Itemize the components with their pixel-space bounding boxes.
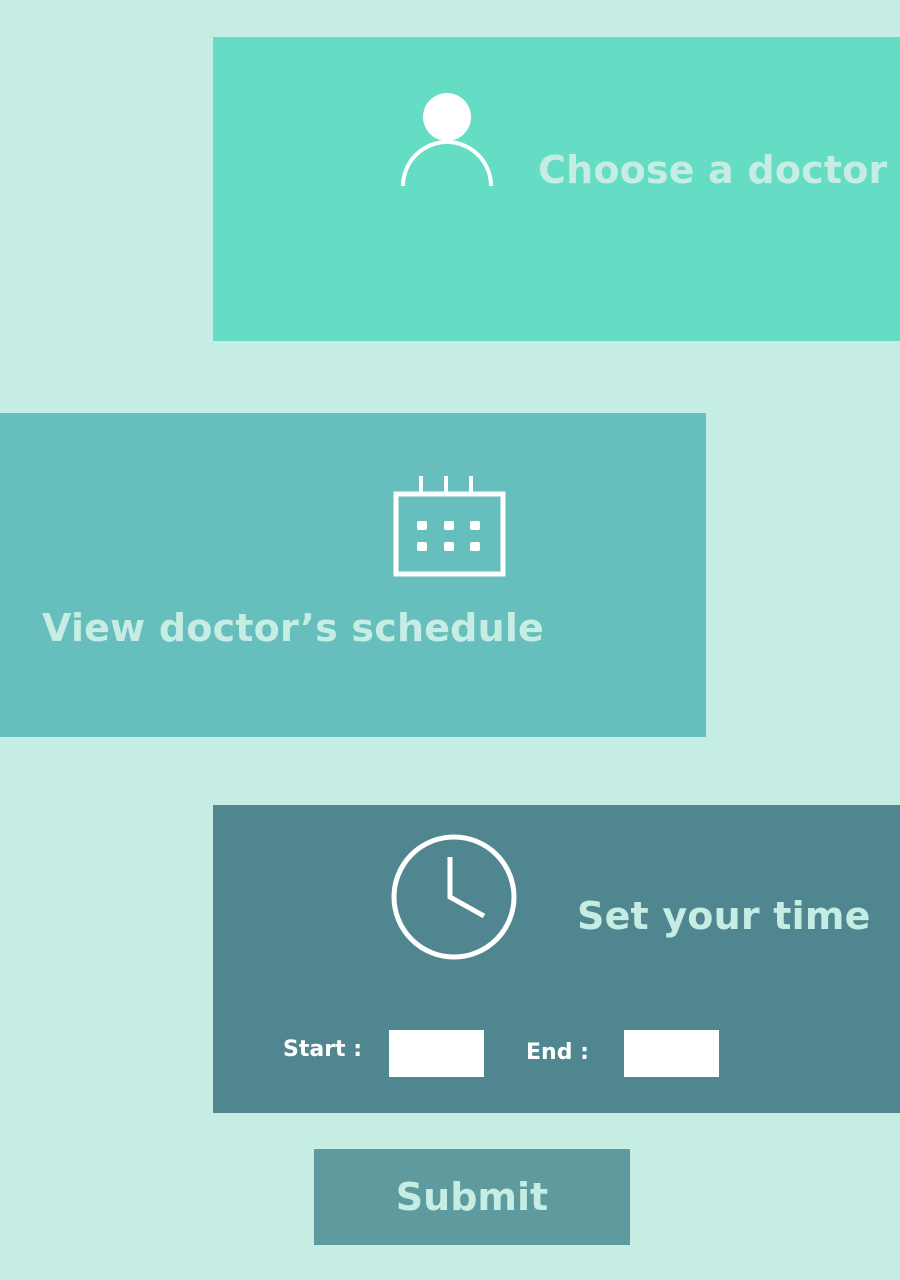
set-time-title: Set your time xyxy=(577,894,871,938)
choose-doctor-title: Choose a doctor xyxy=(538,148,888,192)
person-icon xyxy=(401,93,493,187)
end-time-label: End : xyxy=(526,1040,589,1065)
set-time-card: Set your time Start : End : xyxy=(213,805,900,1113)
view-schedule-card[interactable]: View doctor’s schedule xyxy=(0,413,706,737)
view-schedule-title: View doctor’s schedule xyxy=(42,606,545,650)
start-time-label: Start : xyxy=(283,1037,363,1062)
clock-icon xyxy=(391,834,517,960)
choose-doctor-card[interactable]: Choose a doctor xyxy=(213,37,900,341)
submit-button[interactable]: Submit xyxy=(314,1149,630,1245)
end-time-input[interactable] xyxy=(624,1030,719,1077)
start-time-input[interactable] xyxy=(389,1030,484,1077)
calendar-icon xyxy=(393,476,506,577)
